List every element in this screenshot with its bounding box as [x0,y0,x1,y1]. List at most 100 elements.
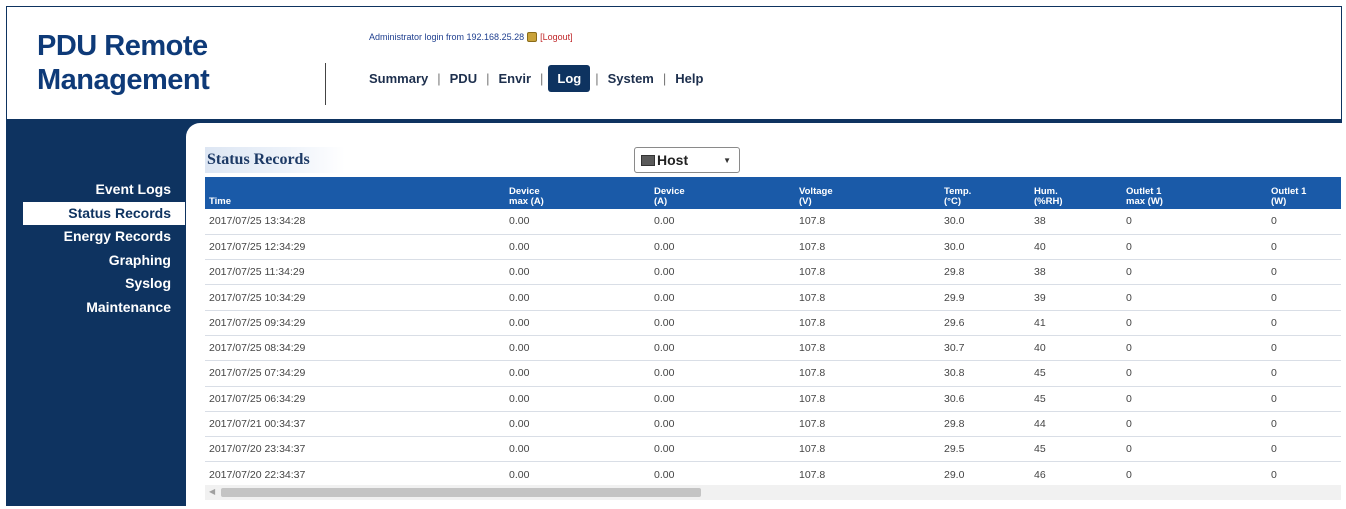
table-cell: 0.00 [505,209,650,235]
table-cell: 107.8 [795,335,940,362]
table-row: 2017/07/20 23:34:37 0.00 0.00 107.8 29.5 45 0 0 [205,436,1341,463]
table-cell: 29.8 [940,259,1030,286]
nav-envir[interactable]: Envir [490,68,539,89]
host-select[interactable]: Host ▼ [634,147,740,173]
table-cell: 0.00 [505,284,650,311]
nav-system[interactable]: System [600,68,662,89]
table-cell: 29.9 [940,284,1030,311]
logout-link[interactable]: [Logout] [540,32,573,42]
table-cell: 0.00 [650,360,795,387]
table-cell: 0.00 [505,310,650,336]
brand-line-2: Management [37,64,210,96]
table-cell: 44 [1030,411,1122,438]
sidebar-item-syslog[interactable]: Syslog [7,272,185,296]
table-cell: 45 [1030,386,1122,412]
table-cell: 30.0 [940,209,1030,235]
sidebar-item-maintenance[interactable]: Maintenance [7,296,185,320]
column-header-line-2: (°C) [944,196,961,207]
table-row: 2017/07/21 00:34:37 0.00 0.00 107.8 29.8 44 0 0 [205,411,1341,438]
table-row: 2017/07/25 12:34:29 0.00 0.00 107.8 30.0 40 0 0 [205,234,1341,261]
column-header-line-2: (W) [1271,196,1287,207]
table-cell: 2017/07/21 00:34:37 [205,411,505,438]
table-cell: 45 [1030,360,1122,387]
table-cell: 46 [1030,461,1122,481]
table-body: 2017/07/25 13:34:28 0.00 0.00 107.8 30.0 38 0 0… [205,209,1341,481]
scroll-left-icon[interactable]: ◀ [209,487,215,496]
table-row: 2017/07/25 06:34:29 0.00 0.00 107.8 30.6 45 0 0 [205,386,1341,412]
table-cell: 107.8 [795,461,940,481]
table-cell: 107.8 [795,436,940,463]
sidebar-item-status-records[interactable]: Status Records [23,201,185,225]
sidebar-item-energy-records[interactable]: Energy Records [7,225,185,249]
column-header-line-2: (%RH) [1034,196,1063,207]
table-cell: 0 [1267,461,1341,481]
table-cell: 0.00 [650,310,795,336]
column-header: Outlet 1 (W) [1267,177,1341,209]
table-cell: 0.00 [505,436,650,463]
table-cell: 30.8 [940,360,1030,387]
table-cell: 0.00 [505,461,650,481]
table-cell: 0 [1267,259,1341,286]
table-cell: 2017/07/25 08:34:29 [205,335,505,362]
table-cell: 0 [1267,436,1341,463]
table-cell: 2017/07/25 13:34:28 [205,209,505,235]
table-cell: 107.8 [795,411,940,438]
column-header-line-1: Time [209,196,232,207]
column-header-line-2: (V) [799,196,812,207]
column-header-line-2: (A) [654,196,668,207]
table-cell: 40 [1030,335,1122,362]
nav-pdu[interactable]: PDU [442,68,485,89]
app-frame: PDU Remote Management Administrator logi… [6,6,1342,506]
table-row: 2017/07/25 09:34:29 0.00 0.00 107.8 29.6 41 0 0 [205,310,1341,336]
horizontal-scrollbar[interactable]: ◀ [205,485,1341,500]
table-cell: 0 [1122,411,1267,438]
table-row: 2017/07/25 13:34:28 0.00 0.00 107.8 30.0 38 0 0 [205,209,1341,235]
table-cell: 107.8 [795,259,940,286]
table-cell: 107.8 [795,360,940,387]
table-cell: 0.00 [505,411,650,438]
table-cell: 30.0 [940,234,1030,261]
dropdown-arrow-icon: ▼ [723,156,731,165]
table-cell: 2017/07/25 12:34:29 [205,234,505,261]
table-cell: 0 [1267,360,1341,387]
table-cell: 2017/07/20 23:34:37 [205,436,505,463]
nav-help[interactable]: Help [667,68,711,89]
sidebar-item-graphing[interactable]: Graphing [7,249,185,273]
table-cell: 107.8 [795,310,940,336]
table-cell: 0 [1267,386,1341,412]
scrollbar-thumb[interactable] [221,488,701,497]
status-table-wrapper: Time Device max (A) Device (A) Voltage (V) Temp… [205,177,1341,481]
table-cell: 0.00 [505,259,650,286]
brand-logo: PDU Remote Management [37,29,210,97]
table-cell: 0 [1122,310,1267,336]
table-cell: 0 [1122,259,1267,286]
table-cell: 38 [1030,259,1122,286]
table-cell: 0.00 [505,386,650,412]
table-row: 2017/07/25 11:34:29 0.00 0.00 107.8 29.8 38 0 0 [205,259,1341,286]
table-cell: 0 [1122,461,1267,481]
table-cell: 0.00 [650,234,795,261]
table-row: 2017/07/20 22:34:37 0.00 0.00 107.8 29.0 46 0 0 [205,461,1341,481]
table-cell: 0 [1267,234,1341,261]
nav-separator: | [540,71,544,86]
table-cell: 0.00 [505,335,650,362]
login-info: Administrator login from 192.168.25.28 [… [369,32,573,42]
sidebar-item-event-logs[interactable]: Event Logs [7,178,185,202]
table-header-row: Time Device max (A) Device (A) Voltage (V) Temp… [205,177,1341,209]
nav-summary[interactable]: Summary [361,68,436,89]
column-header-line-1: Device [654,186,685,197]
header-divider [325,63,326,105]
nav-log[interactable]: Log [548,65,591,92]
table-cell: 30.6 [940,386,1030,412]
status-records-table: Time Device max (A) Device (A) Voltage (V) Temp… [205,177,1341,481]
table-cell: 29.8 [940,411,1030,438]
table-cell: 0 [1122,436,1267,463]
table-cell: 0.00 [505,234,650,261]
table-cell: 0.00 [650,284,795,311]
table-cell: 0 [1267,411,1341,438]
table-row: 2017/07/25 07:34:29 0.00 0.00 107.8 30.8 45 0 0 [205,360,1341,387]
table-cell: 0 [1122,335,1267,362]
table-cell: 0.00 [650,436,795,463]
column-header: Outlet 1 max (W) [1122,177,1267,209]
column-header-line-2: max (A) [509,196,544,207]
